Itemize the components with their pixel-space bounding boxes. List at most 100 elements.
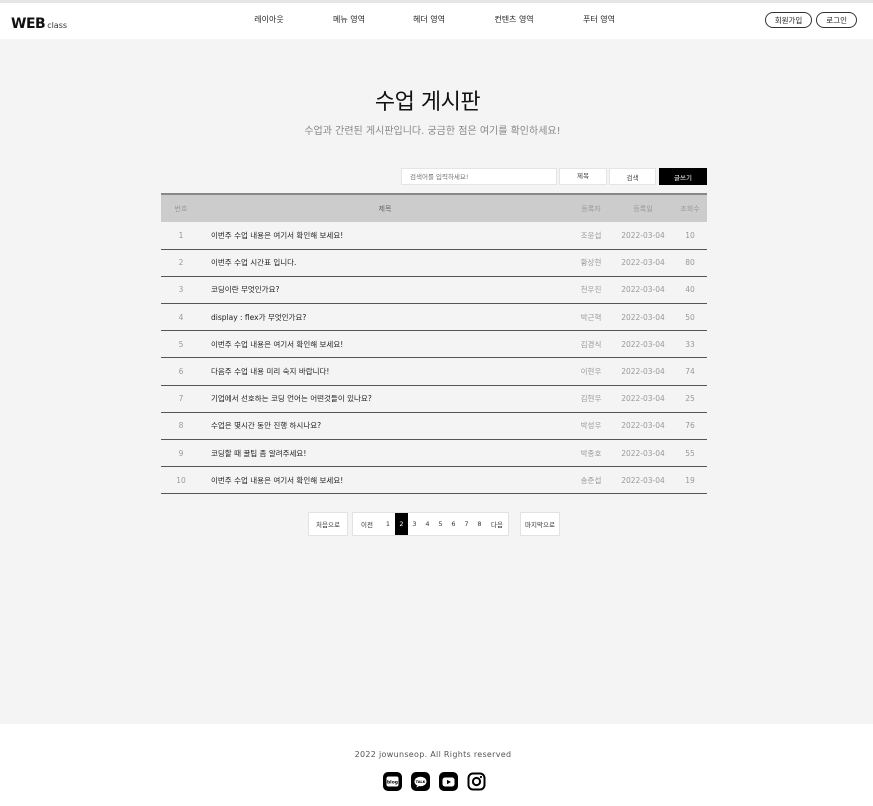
table-row[interactable]: 8 수업은 몇시간 동안 진행 하시나요? 박성우 2022-03-04 76 bbox=[161, 412, 707, 440]
row-title-link[interactable]: 이번주 수업 내용은 여기서 확인해 보세요! bbox=[201, 467, 569, 494]
kakaotalk-icon[interactable]: TALK bbox=[411, 772, 430, 791]
page-number-button[interactable]: 8 bbox=[473, 513, 486, 535]
row-views: 76 bbox=[685, 421, 695, 431]
social-links: blog TALK bbox=[383, 772, 486, 791]
page-number-button[interactable]: 2 bbox=[395, 513, 408, 535]
row-author: 박근혁 bbox=[580, 312, 602, 322]
row-number: 1 bbox=[178, 230, 184, 240]
page-number-button[interactable]: 1 bbox=[381, 513, 395, 535]
row-date: 2022-03-04 bbox=[621, 339, 665, 349]
instagram-icon[interactable] bbox=[467, 772, 486, 791]
row-views: 10 bbox=[685, 230, 695, 240]
row-number: 9 bbox=[178, 448, 184, 458]
table-row[interactable]: 3 코딩이란 무엇인가요? 천우진 2022-03-04 40 bbox=[161, 276, 707, 304]
row-date: 2022-03-04 bbox=[621, 367, 665, 377]
row-author: 박성우 bbox=[580, 421, 602, 431]
column-header-author: 등록자 bbox=[581, 204, 601, 213]
row-author: 황상현 bbox=[580, 258, 602, 268]
row-number: 6 bbox=[178, 367, 184, 377]
row-date: 2022-03-04 bbox=[621, 312, 665, 322]
nav-item-layout[interactable]: 레이아웃 bbox=[254, 14, 283, 25]
row-number: 7 bbox=[178, 394, 184, 404]
table-row[interactable]: 5 이번주 수업 내용은 여기서 확인해 보세요! 김경식 2022-03-04 33 bbox=[161, 331, 707, 358]
nav-item-menu-area[interactable]: 메뉴 영역 bbox=[333, 14, 365, 25]
row-date: 2022-03-04 bbox=[621, 230, 665, 240]
row-number: 2 bbox=[178, 258, 184, 268]
first-page-button[interactable]: 처음으로 bbox=[308, 512, 348, 536]
write-post-button[interactable]: 글쓰기 bbox=[659, 168, 707, 185]
row-views: 74 bbox=[685, 367, 695, 377]
youtube-icon[interactable] bbox=[439, 772, 458, 791]
table-row[interactable]: 1 이번주 수업 내용은 여기서 확인해 보세요! 조윤섭 2022-03-04 10 bbox=[161, 222, 707, 250]
table-row[interactable]: 9 코딩할 때 꿀팁 좀 알려주세요! 박종호 2022-03-04 55 bbox=[161, 440, 707, 467]
search-button[interactable]: 검색 bbox=[609, 168, 656, 185]
row-number: 8 bbox=[178, 421, 184, 431]
next-page-button[interactable]: 다음 bbox=[486, 513, 508, 535]
board-table: 번호 제목 등록자 등록일 조회수 1 이번주 수업 내용은 여기서 확인해 보세… bbox=[161, 193, 707, 494]
nav-item-content-area[interactable]: 컨텐츠 영역 bbox=[494, 14, 533, 25]
nav-item-header-area[interactable]: 헤더 영역 bbox=[413, 14, 445, 25]
row-date: 2022-03-04 bbox=[621, 394, 665, 404]
row-number: 3 bbox=[178, 285, 184, 295]
row-title-link[interactable]: 코딩이란 무엇인가요? bbox=[201, 276, 569, 303]
row-title-link[interactable]: 이번주 수업 내용은 여기서 확인해 보세요! bbox=[201, 222, 569, 249]
logo-sub-text: class bbox=[47, 21, 68, 30]
row-author: 천우진 bbox=[580, 285, 602, 295]
row-author: 조윤섭 bbox=[580, 230, 602, 240]
prev-page-button[interactable]: 이전 bbox=[353, 513, 381, 535]
search-input[interactable] bbox=[401, 168, 557, 185]
row-date: 2022-03-04 bbox=[621, 421, 665, 431]
row-title-link[interactable]: 코딩할 때 꿀팁 좀 알려주세요! bbox=[201, 440, 569, 467]
column-header-title: 제목 bbox=[378, 204, 392, 213]
row-title-link[interactable]: 수업은 몇시간 동안 진행 하시나요? bbox=[201, 412, 569, 439]
row-author: 김현우 bbox=[580, 394, 602, 404]
column-header-number: 번호 bbox=[174, 204, 188, 213]
site-footer: 2022 jowunseop. All Rights reserved blog… bbox=[0, 724, 873, 806]
pagination: 이전 12345678 다음 bbox=[352, 512, 509, 536]
page-subtitle: 수업과 간련된 게시판입니다. 궁금한 점은 여기를 확인하세요! bbox=[304, 126, 561, 137]
row-author: 송준섭 bbox=[580, 475, 602, 485]
page-number-button[interactable]: 7 bbox=[460, 513, 473, 535]
table-header-row: 번호 제목 등록자 등록일 조회수 bbox=[161, 194, 707, 222]
column-header-views: 조회수 bbox=[680, 204, 700, 213]
nav-item-footer-area[interactable]: 푸터 영역 bbox=[583, 14, 615, 25]
blog-icon[interactable]: blog bbox=[383, 772, 402, 791]
row-author: 박종호 bbox=[580, 448, 602, 458]
row-date: 2022-03-04 bbox=[621, 448, 665, 458]
last-page-button[interactable]: 마지막으로 bbox=[520, 512, 560, 536]
table-row[interactable]: 4 display : flex가 무엇인가요? 박근혁 2022-03-04 50 bbox=[161, 304, 707, 331]
row-date: 2022-03-04 bbox=[621, 285, 665, 295]
search-type-select[interactable]: 제목 bbox=[559, 168, 607, 185]
row-title-link[interactable]: 다음주 수업 내용 미리 숙지 바랍니다! bbox=[201, 358, 569, 385]
table-row[interactable]: 6 다음주 수업 내용 미리 숙지 바랍니다! 이현우 2022-03-04 74 bbox=[161, 358, 707, 386]
page-number-button[interactable]: 3 bbox=[408, 513, 421, 535]
row-title-link[interactable]: 이번주 수업 시간표 입니다. bbox=[201, 249, 569, 276]
site-logo[interactable]: WEB class bbox=[11, 13, 67, 32]
logo-main-text: WEB bbox=[11, 16, 46, 32]
table-row[interactable]: 10 이번주 수업 내용은 여기서 확인해 보세요! 송준섭 2022-03-04 19 bbox=[161, 467, 707, 494]
row-views: 19 bbox=[685, 475, 695, 485]
page-number-button[interactable]: 6 bbox=[447, 513, 460, 535]
row-views: 50 bbox=[685, 312, 695, 322]
svg-text:TALK: TALK bbox=[416, 780, 426, 784]
row-title-link[interactable]: 기업에서 선호하는 코딩 언어는 어떤것들이 있나요? bbox=[201, 385, 569, 412]
row-views: 40 bbox=[685, 285, 695, 295]
signup-button[interactable]: 회원가입 bbox=[764, 12, 813, 28]
row-views: 33 bbox=[685, 339, 695, 349]
row-views: 25 bbox=[685, 394, 695, 404]
row-title-link[interactable]: display : flex가 무엇인가요? bbox=[201, 304, 569, 331]
row-author: 김경식 bbox=[580, 339, 602, 349]
row-date: 2022-03-04 bbox=[621, 258, 665, 268]
row-views: 80 bbox=[685, 258, 695, 268]
page-number-button[interactable]: 4 bbox=[421, 513, 434, 535]
row-date: 2022-03-04 bbox=[621, 475, 665, 485]
row-title-link[interactable]: 이번주 수업 내용은 여기서 확인해 보세요! bbox=[201, 331, 569, 358]
page-number-button[interactable]: 5 bbox=[434, 513, 447, 535]
copyright-text: 2022 jowunseop. All Rights reserved bbox=[354, 750, 512, 759]
table-row[interactable]: 7 기업에서 선호하는 코딩 언어는 어떤것들이 있나요? 김현우 2022-03-0… bbox=[161, 385, 707, 413]
login-button[interactable]: 로그인 bbox=[816, 12, 857, 28]
row-number: 4 bbox=[178, 312, 184, 322]
row-number: 10 bbox=[176, 475, 186, 485]
table-row[interactable]: 2 이번주 수업 시간표 입니다. 황상현 2022-03-04 80 bbox=[161, 249, 707, 277]
row-views: 55 bbox=[685, 448, 695, 458]
